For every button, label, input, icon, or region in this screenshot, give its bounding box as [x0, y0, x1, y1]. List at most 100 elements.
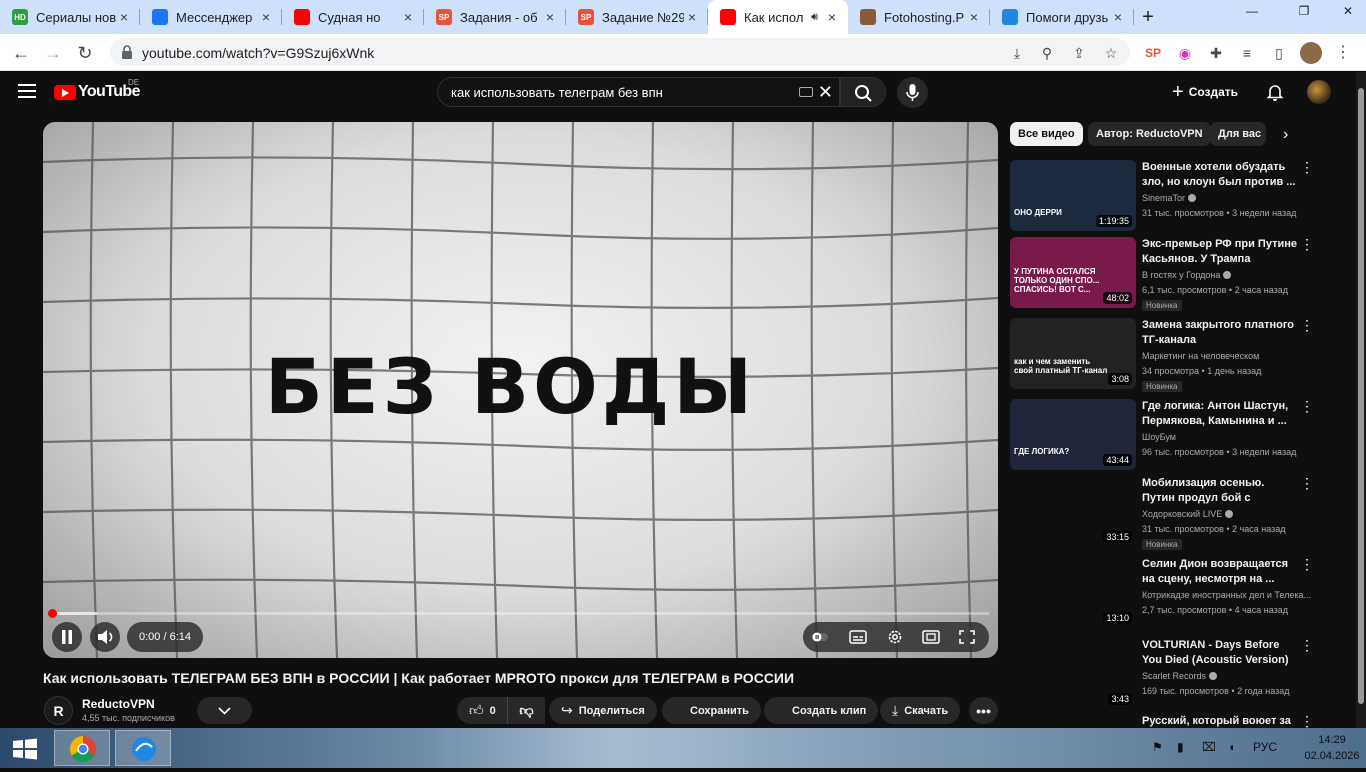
recommendation-title[interactable]: Мобилизация осенью. Путин продул бой с и… [1142, 476, 1298, 506]
recommendation-channel[interactable]: В гостях у Гордона [1142, 270, 1312, 280]
recommendation-item[interactable]: 33:15 Мобилизация осенью. Путин продул бо… [1010, 476, 1356, 550]
recommendation-title[interactable]: Селин Дион возвращается на сцену, несмот… [1142, 557, 1298, 587]
minimize-icon[interactable]: — [1230, 0, 1274, 22]
subtitles-icon[interactable] [849, 629, 867, 645]
recommendation-channel[interactable]: Ходорковский LIVE [1142, 509, 1312, 519]
save-button[interactable]: Сохранить [662, 697, 761, 724]
tab-close-icon[interactable]: × [1110, 9, 1126, 25]
recommendation-title[interactable]: VOLTURIAN - Days Before You Died (Acoust… [1142, 638, 1298, 668]
more-vertical-icon[interactable]: ⋮ [1300, 399, 1314, 413]
notifications-bell-icon[interactable] [1265, 82, 1285, 102]
tray-volume-icon[interactable]: ◖ [1228, 740, 1235, 754]
tray-network-icon[interactable]: ⌧ [1202, 740, 1216, 754]
guide-menu-icon[interactable] [18, 84, 36, 98]
miniplayer-icon[interactable] [922, 629, 940, 645]
chip-for-you[interactable]: Для вас [1210, 122, 1266, 146]
recommendation-item[interactable]: У ПУТИНА ОСТАЛСЯ ТОЛЬКО ОДИН СПО... СПАС… [1010, 237, 1356, 311]
system-clock[interactable]: 14:29 02.04.2026 [1300, 732, 1364, 764]
page-scrollbar[interactable] [1356, 72, 1366, 728]
browser-tab-7[interactable]: Помоги друзь × [990, 0, 1134, 34]
tray-flag-icon[interactable]: ⚑ [1152, 740, 1163, 754]
bookmark-star-icon[interactable]: ☆ [1100, 42, 1122, 64]
youtube-logo[interactable]: YouTube DE [54, 78, 140, 100]
tab-close-icon[interactable]: × [116, 9, 132, 25]
install-app-icon[interactable]: ⤓ [1006, 42, 1028, 64]
more-vertical-icon[interactable]: ⋮ [1300, 237, 1314, 251]
scrollbar-thumb[interactable] [1358, 88, 1364, 704]
omnibox[interactable]: youtube.com/watch?v=G9Szuj6xWnk ⤓ ⚲ ⇪ ☆ [110, 38, 1130, 66]
recommendation-channel[interactable]: Scarlet Records [1142, 671, 1312, 681]
more-vertical-icon[interactable]: ⋮ [1300, 318, 1314, 332]
more-vertical-icon[interactable]: ⋮ [1300, 557, 1314, 571]
tray-device-icon[interactable]: ▮ [1177, 740, 1184, 754]
chip-all-videos[interactable]: Все видео [1010, 122, 1083, 146]
tab-close-icon[interactable]: × [400, 9, 416, 25]
url-text[interactable]: youtube.com/watch?v=G9Szuj6xWnk [142, 45, 374, 61]
color-extension-icon[interactable]: ◉ [1174, 42, 1196, 64]
progress-scrubber[interactable] [48, 609, 57, 618]
settings-gear-icon[interactable] [886, 629, 904, 645]
search-input[interactable]: как использовать телеграм без впн ✕ [437, 77, 840, 107]
recommendation-item[interactable]: Русский, который воюет за ⋮ [1010, 714, 1356, 728]
share-icon[interactable]: ⇪ [1068, 42, 1090, 64]
browser-tab-5[interactable]: Как испол 🔊︎ × [708, 0, 848, 34]
recommendation-title[interactable]: Где логика: Антон Шастун, Пермякова, Кам… [1142, 399, 1298, 429]
tab-close-icon[interactable]: × [258, 9, 274, 25]
side-panel-icon[interactable]: ▯ [1268, 42, 1290, 64]
recommendation-item[interactable]: как и чем заменить свой платный ТГ-канал… [1010, 318, 1356, 392]
taskbar-chrome[interactable] [54, 730, 110, 766]
video-thumbnail[interactable]: У ПУТИНА ОСТАЛСЯ ТОЛЬКО ОДИН СПО... СПАС… [1010, 237, 1136, 308]
recommendation-channel[interactable]: SinemaTor [1142, 193, 1312, 203]
clear-search-icon[interactable]: ✕ [818, 81, 833, 103]
recommendation-title[interactable]: Русский, который воюет за [1142, 714, 1298, 729]
recommendation-item[interactable]: ОНО ДЕРРИ 1:19:35 Военные хотели обуздать … [1010, 160, 1356, 234]
voice-search-button[interactable] [897, 77, 928, 108]
video-thumbnail[interactable]: ОНО ДЕРРИ 1:19:35 [1010, 160, 1136, 231]
back-icon[interactable]: ← [8, 40, 34, 66]
recommendation-item[interactable]: ГДЕ ЛОГИКА? 43:44 Где логика: Антон Шастун… [1010, 399, 1356, 473]
more-actions-button[interactable]: ••• [969, 697, 998, 724]
recommendation-title[interactable]: Замена закрытого платного ТГ-канала [1142, 318, 1298, 348]
video-thumbnail[interactable]: 33:15 [1010, 476, 1136, 547]
recommendation-title[interactable]: Военные хотели обуздать зло, но клоун бы… [1142, 160, 1298, 190]
subscription-dropdown[interactable] [197, 697, 252, 724]
pause-button[interactable] [52, 622, 82, 652]
tab-close-icon[interactable]: × [966, 9, 982, 25]
recommendation-item[interactable]: 3:43 VOLTURIAN - Days Before You Died (Ac… [1010, 638, 1356, 712]
profile-avatar[interactable] [1300, 42, 1322, 64]
tab-close-icon[interactable]: × [542, 9, 558, 25]
extensions-puzzle-icon[interactable]: ✚ [1205, 42, 1227, 64]
keyboard-icon[interactable] [799, 87, 813, 97]
tab-close-icon[interactable]: × [684, 9, 700, 25]
media-queue-icon[interactable]: ≡ [1236, 42, 1258, 64]
browser-tab-3[interactable]: SP Задания - об × [424, 0, 566, 34]
chevron-right-icon[interactable]: › [1283, 126, 1288, 144]
mute-button[interactable] [90, 622, 120, 652]
autoplay-toggle-icon[interactable] [811, 629, 829, 645]
video-thumbnail[interactable]: 13:10 [1010, 557, 1136, 628]
video-player[interactable]: БЕЗ ВОДЫ 0:00 / 6:14 [43, 122, 998, 658]
recommendation-channel[interactable]: ШоуБум [1142, 432, 1312, 442]
progress-bar[interactable] [48, 609, 989, 618]
channel-avatar[interactable]: R [44, 696, 73, 725]
browser-tab-1[interactable]: Мессенджер × [140, 0, 282, 34]
recommendation-item[interactable]: 13:10 Селин Дион возвращается на сцену, н… [1010, 557, 1356, 631]
maximize-icon[interactable]: ❐ [1282, 0, 1326, 22]
recommendation-channel[interactable]: Котрикадзе иностранных дел и Телека... [1142, 590, 1312, 600]
forward-icon[interactable]: → [40, 40, 66, 66]
recommendation-channel[interactable]: Маркетинг на человеческом [1142, 351, 1312, 361]
chip-by-author[interactable]: Автор: ReductoVPN [1088, 122, 1211, 146]
account-avatar[interactable] [1307, 80, 1331, 104]
browser-tab-0[interactable]: HD Сериалы нов × [0, 0, 140, 34]
search-query-text[interactable]: как использовать телеграм без впн [451, 85, 663, 100]
download-button[interactable]: ⤓ Скачать [880, 697, 961, 724]
create-button[interactable]: + Создать [1172, 78, 1238, 106]
recommendation-title[interactable]: Экс-премьер РФ при Путине Касьянов. У Тр… [1142, 237, 1298, 267]
browser-tab-2[interactable]: Судная но × [282, 0, 424, 34]
new-tab-button[interactable]: + [1134, 0, 1162, 34]
tab-audio-icon[interactable]: 🔊︎ [811, 11, 818, 24]
dislike-button[interactable]: 👎︎ [507, 697, 545, 724]
share-button[interactable]: ↪ Поделиться [549, 697, 657, 724]
input-language[interactable]: РУС [1253, 740, 1277, 754]
video-thumbnail[interactable]: ГДЕ ЛОГИКА? 43:44 [1010, 399, 1136, 470]
